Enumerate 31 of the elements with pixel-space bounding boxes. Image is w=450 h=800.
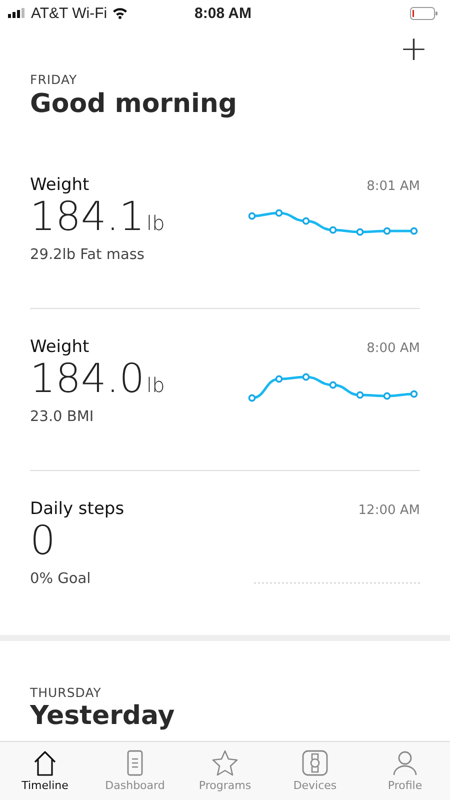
measure-detail: 0% Goal: [30, 571, 91, 587]
measure-time: 8:01 AM: [366, 179, 420, 194]
tab-button[interactable]: Programs: [185, 742, 265, 800]
signal-icon: [8, 8, 26, 18]
measure-value: 184.1: [30, 194, 145, 240]
measure-time: 12:00 AM: [358, 503, 420, 518]
day-label: THURSDAY: [30, 685, 102, 700]
measure-detail: 29.2lb Fat mass: [30, 247, 144, 263]
tab-button[interactable]: Dashboard: [95, 742, 175, 800]
add-button[interactable]: +: [396, 32, 432, 66]
measure-value: 184.0: [30, 356, 145, 402]
measure-title: Weight: [30, 175, 90, 195]
star-icon: [210, 748, 240, 778]
watch-icon: [300, 748, 330, 778]
wifi-icon: [112, 7, 128, 19]
status-time: 8:08 AM: [194, 4, 252, 22]
day-label: FRIDAY: [30, 72, 78, 87]
measure-unit: lb: [146, 211, 165, 235]
measure-title: Weight: [30, 337, 90, 357]
tab-button[interactable]: Profile: [365, 742, 445, 800]
greeting-title: Good morning: [30, 89, 238, 119]
measure-unit: lb: [146, 373, 165, 397]
carrier-name: AT&T Wi-Fi: [31, 4, 108, 22]
tab-button[interactable]: Devices: [275, 742, 355, 800]
battery-icon: [410, 6, 438, 20]
measure-detail: 23.0 BMI: [30, 409, 94, 425]
measure-time: 8:00 AM: [366, 341, 420, 356]
greeting-title: Yesterday: [30, 702, 176, 732]
measure-value: 0: [30, 518, 56, 564]
tab-button[interactable]: Timeline: [5, 742, 85, 800]
measure-title: Daily steps: [30, 499, 124, 519]
